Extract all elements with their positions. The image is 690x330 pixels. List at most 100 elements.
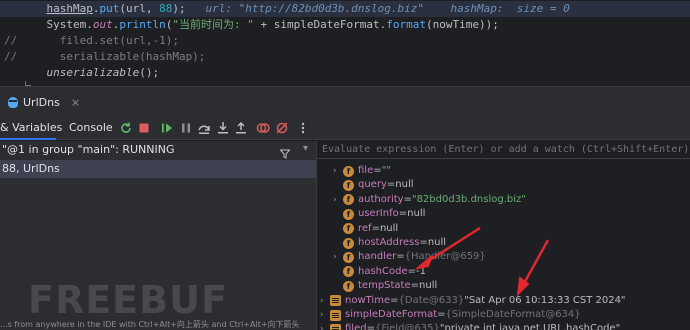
code-line[interactable]: System.out.println("当前时间为: " + simpleDat… [0,17,690,33]
code-line[interactable]: // filed.set(url,-1); [0,33,690,49]
variable-equals: = [366,323,375,330]
variable-name: nowTime [345,294,391,306]
code-token: println [119,18,166,31]
code-token: + simpleDateFormat. [253,18,387,31]
code-line[interactable]: hashMap.put(url, 88); url: "http://82bd0… [0,1,690,17]
view-breakpoints-icon[interactable] [256,121,270,135]
variable-value: "82bd0d3b.dnslog.biz" [411,193,526,205]
code-line[interactable]: // serializable(hashMap); [0,49,690,65]
chevron-right-icon[interactable]: › [320,294,330,308]
code-editor[interactable]: hashMap.put(url, 88); url: "http://82bd0… [0,0,690,86]
code-token: ); [172,2,206,15]
variable-row-file[interactable]: › f file = "" [333,164,391,178]
active-tab-indicator [0,138,56,140]
variable-name: authority [358,193,404,205]
tab-urldns[interactable]: UrlDns × [8,93,80,111]
comment-marker: // [4,34,18,47]
code-text: filed.set(url,-1); [20,33,179,49]
step-into-icon[interactable] [216,121,230,135]
variable-row-filed[interactable]: › filed = {Field@635} "private int java.n… [320,322,620,330]
code-token: serializable(hashMap); [20,50,206,63]
chevron-right-icon[interactable]: › [333,164,343,178]
variable-row-ref[interactable]: f ref = null [333,222,398,236]
thread-selector[interactable]: "@1 in group "main": RUNNING [0,141,316,159]
variable-row-nowtime[interactable]: › nowTime = {Date@633} "Sat Apr 06 10:13:… [320,294,626,308]
variable-value: null [407,208,426,220]
code-line[interactable]: unserializable(); [0,65,690,81]
thread-label: "@1 in group "main": RUNNING [2,143,175,156]
code-token: "当前时间为: " [172,18,254,31]
field-icon: f [343,237,354,249]
variable-row-hostaddress[interactable]: f hostAddress = null [333,236,446,250]
variable-value: null [379,222,399,234]
variable-value: "" [381,165,391,176]
step-over-icon[interactable] [197,121,211,135]
variable-equals: = [419,237,428,248]
debug-bug-icon [8,96,18,108]
tab-threads-variables[interactable]: & Variables [0,116,62,140]
variable-equals: = [390,294,399,306]
variable-name: simpleDateFormat [345,309,438,320]
variable-row-tempstate[interactable]: f tempState = null [333,279,437,293]
tab-console[interactable]: Console [69,116,113,140]
freebuf-watermark: FREEBUF [28,278,228,322]
variable-row-handler[interactable]: › f handler = {Handler@659} [333,250,486,264]
tab-urldns-label: UrlDns [23,95,60,109]
variable-value: null [419,280,438,292]
pause-icon[interactable] [179,121,193,135]
stop-icon[interactable] [137,121,151,135]
variable-equals: = [373,165,382,176]
status-hint: ...s from anywhere in the IDE with Ctrl+… [0,320,300,329]
resume-icon[interactable] [160,121,174,135]
field-icon: f [343,165,354,177]
variable-name: hostAddress [358,237,420,248]
variable-icon [330,309,341,321]
variable-name: file [358,165,374,176]
field-icon: f [343,280,354,292]
variable-equals: = [407,265,417,277]
more-options-icon[interactable] [296,121,310,135]
debugger-toolbar: & Variables Console [0,116,690,140]
variable-row-simpledateformat[interactable]: › simpleDateFormat = {SimpleDateFormat@63… [320,308,581,322]
variable-name: ref [358,222,372,234]
chevron-right-icon[interactable]: › [333,193,343,207]
variable-row-hashcode[interactable]: f hashCode = -1 [333,265,426,279]
variable-ref: {Handler@659} [404,251,486,263]
code-token: filed.set(url,-1); [20,34,179,47]
variable-name: hashCode [358,265,408,277]
evaluate-expression-input[interactable]: Evaluate expression (Enter) or add a wat… [317,141,690,159]
field-icon: f [343,223,354,235]
code-token: System. [20,18,93,31]
variable-equals: = [386,179,396,191]
inline-debug-value: url: "http://82bd0d3b.dnslog.biz" hashMa… [205,2,570,15]
code-token: hashMap [46,2,93,15]
variable-row-authority[interactable]: › f authority = "82bd0d3b.dnslog.biz" [333,193,526,207]
variable-row-query[interactable]: f query = null [333,178,414,192]
variable-name: tempState [358,280,411,292]
variable-value: -1 [416,265,426,277]
code-text: unserializable(); [20,65,160,81]
code-token: (); [139,66,160,79]
variable-ref: {Field@635} [374,323,440,330]
chevron-right-icon[interactable]: › [333,250,343,264]
code-token: out [92,18,113,31]
code-text: serializable(hashMap); [20,49,206,65]
variable-ref: {SimpleDateFormat@634} [445,309,581,320]
variable-value: "Sat Apr 06 10:13:33 CST 2024" [464,294,626,306]
chevron-down-icon[interactable]: ▾ [303,143,308,154]
variable-row-userinfo[interactable]: f userInfo = null [333,207,425,221]
filter-icon[interactable] [279,144,291,159]
close-icon[interactable]: × [71,96,80,109]
variable-equals: = [437,309,446,320]
code-token: put [99,2,120,15]
stack-frame-row[interactable]: 88, UrlDns [0,160,316,178]
variable-name: query [358,179,387,191]
step-out-icon[interactable] [234,121,248,135]
variable-value: null [427,237,447,248]
rerun-icon[interactable] [119,121,133,135]
variable-value: null [395,179,414,191]
variable-equals: = [396,251,405,263]
mute-breakpoints-icon[interactable] [275,121,289,135]
